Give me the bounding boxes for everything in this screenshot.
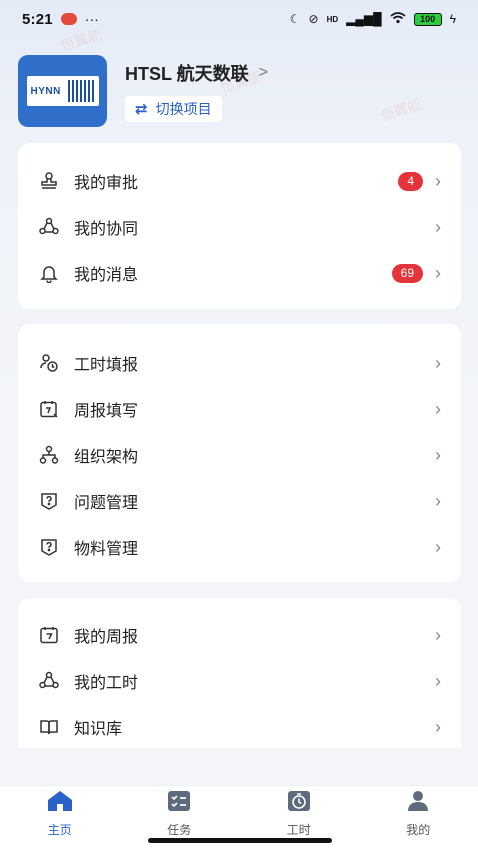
status-dots: ··· xyxy=(84,11,99,27)
tab-label: 任务 xyxy=(167,823,192,837)
calendar-icon xyxy=(38,624,60,646)
mute-icon: ⊘ xyxy=(308,12,319,26)
tab-tasks[interactable]: 任务 xyxy=(139,790,219,838)
card-records: 我的周报 › 我的工时 › 知识库 › xyxy=(18,598,461,748)
menu-item-issue-management[interactable]: 问题管理 › xyxy=(18,478,461,524)
menu-item-label: 我的审批 xyxy=(74,175,139,192)
menu-item-label: 我的消息 xyxy=(74,267,139,284)
menu-item-label: 组织架构 xyxy=(74,449,139,466)
menu-item-label: 工时填报 xyxy=(74,357,139,374)
menu-item-org-structure[interactable]: 组织架构 › xyxy=(18,432,461,478)
tab-hours[interactable]: 工时 xyxy=(259,790,339,838)
menu-item-label: 问题管理 xyxy=(74,495,139,512)
tab-label: 我的 xyxy=(406,823,431,837)
chevron-right-icon: › xyxy=(435,444,441,465)
menu-item-approval[interactable]: 我的审批 4 › xyxy=(18,158,461,204)
org-name: HTSL 航天数联 xyxy=(125,64,249,84)
book-icon xyxy=(38,716,60,738)
chevron-right-icon: › xyxy=(435,536,441,557)
menu-item-messages[interactable]: 我的消息 69 › xyxy=(18,250,461,296)
chevron-right-icon: › xyxy=(435,216,441,237)
chevron-right-icon: > xyxy=(258,64,269,81)
question-box-icon xyxy=(38,536,60,558)
swap-icon: ⇄ xyxy=(135,101,148,118)
tab-profile[interactable]: 我的 xyxy=(378,790,458,838)
menu-item-timesheet-entry[interactable]: 工时填报 › xyxy=(18,340,461,386)
chevron-right-icon: › xyxy=(435,624,441,645)
card-work: 工时填报 › 周报填写 › 组织架构 › 问题管理 › 物料管理 › xyxy=(18,324,461,582)
stamp-icon xyxy=(38,170,60,192)
message-count-badge: 69 xyxy=(391,263,423,283)
chevron-right-icon: › xyxy=(435,398,441,419)
chevron-right-icon: › xyxy=(435,490,441,511)
task-icon xyxy=(167,790,191,817)
chevron-right-icon: › xyxy=(435,170,441,191)
menu-item-my-weekly-report[interactable]: 我的周报 › xyxy=(18,612,461,658)
wifi-icon xyxy=(390,11,406,27)
menu-item-collaboration[interactable]: 我的协同 › xyxy=(18,204,461,250)
menu-item-label: 我的工时 xyxy=(74,675,139,692)
chevron-right-icon: › xyxy=(435,352,441,373)
calendar-edit-icon xyxy=(38,398,60,420)
approval-count-badge: 4 xyxy=(398,171,423,191)
org-name-link[interactable]: HTSL 航天数联 > xyxy=(125,60,268,86)
signal-hd-label: HD xyxy=(326,14,339,24)
app-notification-icon xyxy=(60,13,77,25)
home-indicator xyxy=(148,838,332,843)
switch-project-label: 切换项目 xyxy=(155,101,212,117)
tab-home[interactable]: 主页 xyxy=(20,790,100,838)
company-logo: HYNN xyxy=(18,55,107,127)
share-icon xyxy=(38,670,60,692)
moon-icon: ☾ xyxy=(289,12,301,26)
charging-icon: ϟ xyxy=(449,12,456,26)
status-time: 5:21 xyxy=(22,10,53,28)
home-icon xyxy=(47,790,73,817)
chevron-right-icon: › xyxy=(435,262,441,283)
battery-icon: 100 xyxy=(413,12,442,26)
user-icon xyxy=(406,790,430,817)
chevron-right-icon: › xyxy=(435,716,441,737)
tab-label: 主页 xyxy=(47,823,72,837)
tab-label: 工时 xyxy=(286,823,311,837)
logo-text: HYNN xyxy=(30,85,61,97)
menu-item-weekly-report-entry[interactable]: 周报填写 › xyxy=(18,386,461,432)
menu-item-label: 知识库 xyxy=(74,721,123,738)
menu-item-label: 物料管理 xyxy=(74,541,139,558)
project-header: HYNN HTSL 航天数联 > ⇄ 切换项目 xyxy=(18,55,460,127)
menu-item-label: 我的协同 xyxy=(74,221,139,238)
menu-item-label: 周报填写 xyxy=(74,403,139,420)
status-bar: 5:21 ··· ☾ ⊘ HD ▂▄▆█ 100 ϟ xyxy=(0,0,478,38)
timer-icon xyxy=(287,790,311,817)
switch-project-button[interactable]: ⇄ 切换项目 xyxy=(125,96,222,122)
clock-people-icon xyxy=(38,352,60,374)
share-icon xyxy=(38,216,60,238)
menu-item-label: 我的周报 xyxy=(74,629,139,646)
menu-item-knowledge-base[interactable]: 知识库 › xyxy=(18,704,461,750)
menu-item-material-management[interactable]: 物料管理 › xyxy=(18,524,461,570)
signal-icon: ▂▄▆█ xyxy=(346,12,382,26)
org-chart-icon xyxy=(38,444,60,466)
chevron-right-icon: › xyxy=(435,670,441,691)
card-personal: 我的审批 4 › 我的协同 › 我的消息 69 › xyxy=(18,143,461,309)
bell-icon xyxy=(38,262,60,284)
menu-item-my-hours[interactable]: 我的工时 › xyxy=(18,658,461,704)
question-shield-icon xyxy=(38,490,60,512)
